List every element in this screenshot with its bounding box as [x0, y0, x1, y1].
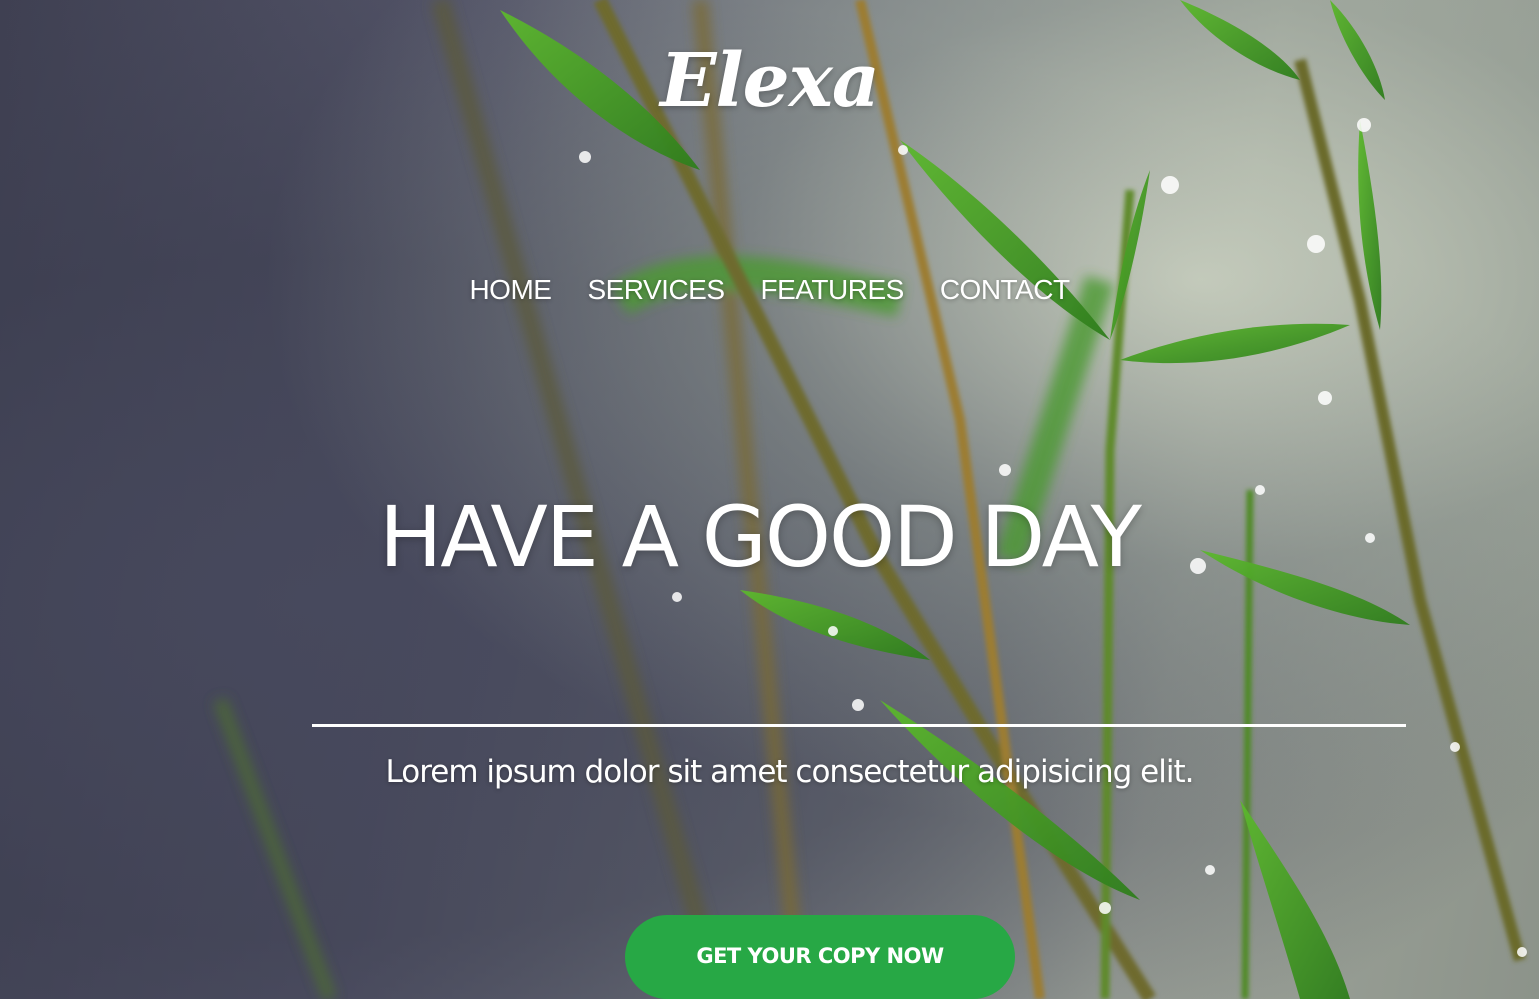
logo[interactable]: Elexa — [0, 38, 1539, 124]
nav-item-contact[interactable]: CONTACT — [940, 274, 1070, 306]
nav-item-features[interactable]: FEATURES — [761, 274, 905, 306]
nav-item-services[interactable]: SERVICES — [587, 274, 725, 306]
hero-subtext: Lorem ipsum dolor sit amet consectetur a… — [385, 754, 1195, 790]
nav-item-home[interactable]: HOME — [469, 274, 552, 306]
main-nav: HOME SERVICES FEATURES CONTACT — [0, 274, 1539, 306]
hero-section: Elexa HOME SERVICES FEATURES CONTACT HAV… — [0, 0, 1539, 999]
hero-headline: HAVE A GOOD DAY — [379, 488, 1142, 586]
hero-divider — [312, 724, 1406, 727]
get-copy-button[interactable]: GET YOUR COPY NOW — [625, 915, 1015, 999]
